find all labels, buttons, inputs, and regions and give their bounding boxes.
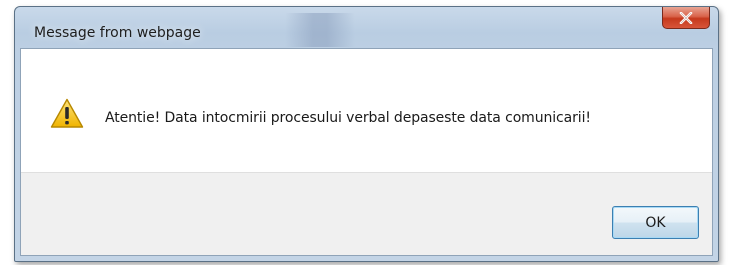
dialog-client-area: Atentie! Data intocmirii procesului verb… xyxy=(20,48,713,256)
message-area: Atentie! Data intocmirii procesului verb… xyxy=(21,49,712,172)
button-area: OK xyxy=(21,172,712,255)
titlebar-glass-highlight xyxy=(285,13,355,47)
close-icon xyxy=(679,11,693,24)
dialog-title: Message from webpage xyxy=(34,25,201,41)
close-button[interactable] xyxy=(662,7,710,29)
alert-dialog: Message from webpage Atentie! Data intoc… xyxy=(14,6,719,262)
dialog-titlebar[interactable]: Message from webpage xyxy=(15,7,718,47)
ok-button[interactable]: OK xyxy=(612,206,699,239)
warning-icon xyxy=(50,98,84,128)
alert-message: Atentie! Data intocmirii procesului verb… xyxy=(105,110,591,126)
